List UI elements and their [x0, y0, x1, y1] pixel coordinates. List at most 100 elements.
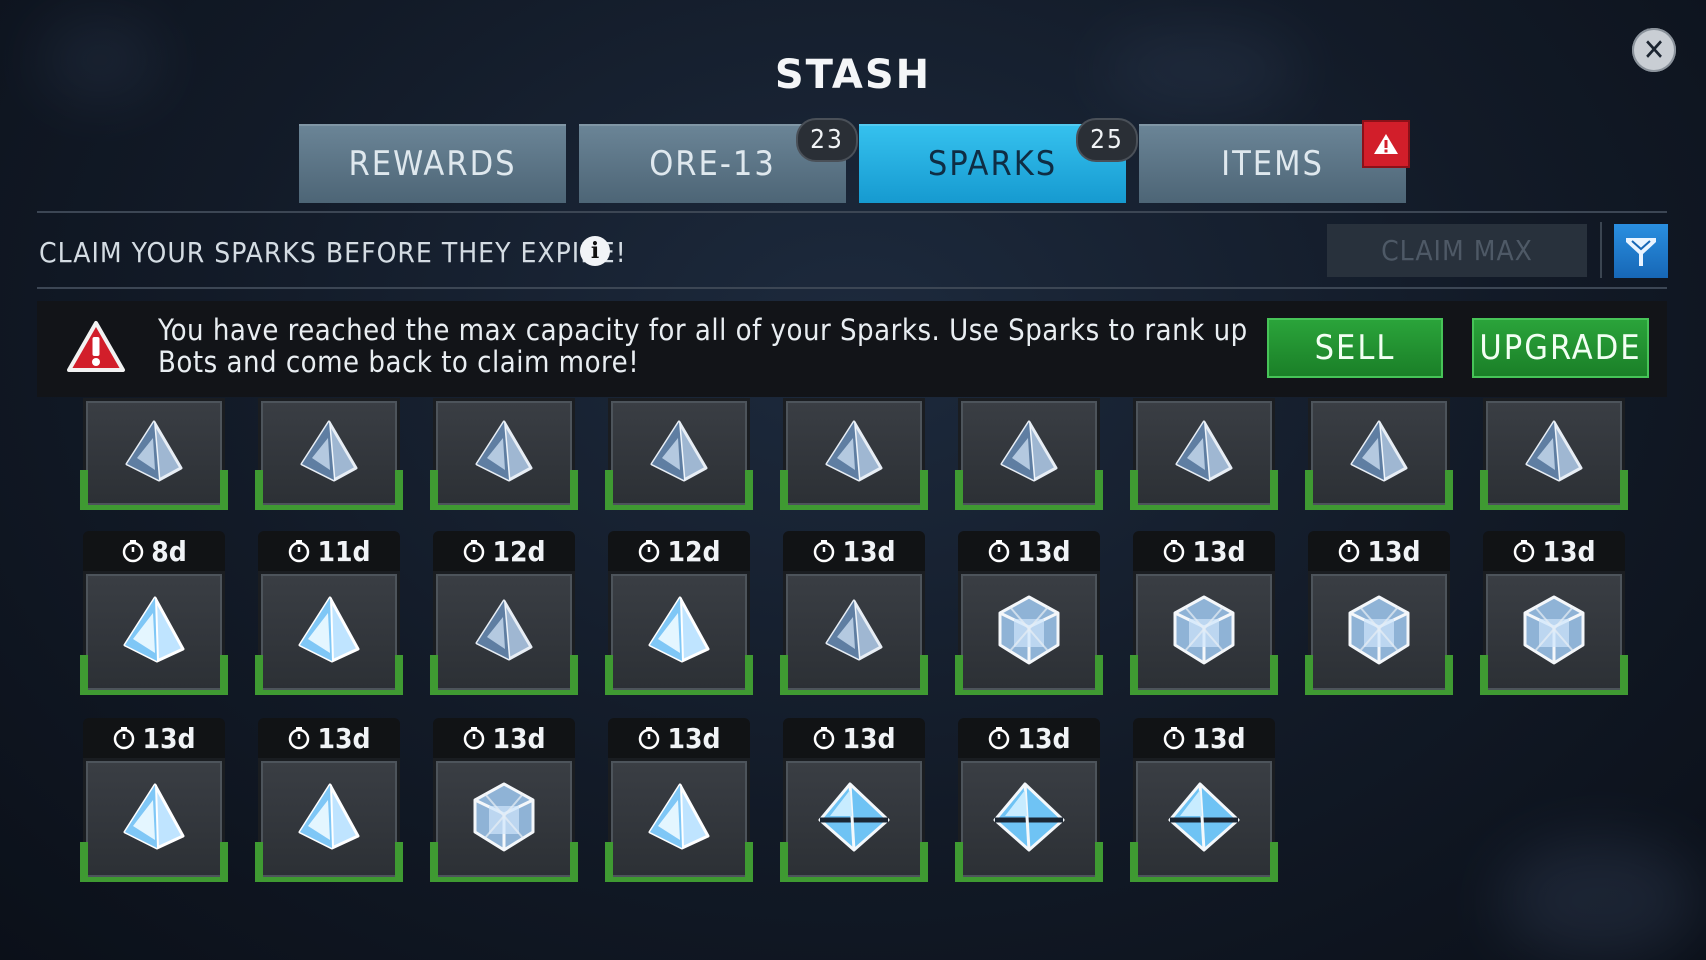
spark-slot — [430, 758, 578, 882]
spark-card[interactable] — [1130, 398, 1278, 510]
timer-icon — [639, 727, 660, 750]
spark-slot — [605, 398, 753, 510]
expiry-timer-label: 13d — [1542, 534, 1596, 568]
spark-slot — [955, 571, 1103, 695]
spark-card[interactable]: 13d — [80, 718, 228, 882]
spark-card[interactable]: 8d — [80, 531, 228, 695]
spark-card[interactable]: 13d — [1130, 531, 1278, 695]
bright-pyramid-spark-icon — [117, 593, 191, 671]
spark-card[interactable]: 13d — [780, 531, 928, 695]
spark-slot — [1305, 398, 1453, 510]
pyramid-spark-icon — [469, 595, 539, 669]
claim-hint-text: CLAIM YOUR SPARKS BEFORE THEY EXPIRE! — [39, 236, 627, 269]
timer-icon — [464, 727, 485, 750]
spark-card[interactable] — [780, 398, 928, 510]
tab-rewards[interactable]: REWARDS — [299, 124, 566, 203]
expiry-timer-label: 13d — [1017, 534, 1071, 568]
tab-label: ORE-13 — [649, 143, 776, 184]
info-icon[interactable]: i — [580, 236, 610, 266]
spark-slot — [955, 398, 1103, 510]
spark-card[interactable] — [80, 398, 228, 510]
spark-card[interactable] — [605, 398, 753, 510]
pyramid-spark-icon — [1344, 416, 1414, 490]
tab-items[interactable]: ITEMS — [1139, 120, 1410, 203]
expiry-timer: 12d — [608, 531, 750, 571]
filter-button[interactable] — [1614, 224, 1668, 278]
spark-card[interactable] — [955, 398, 1103, 510]
timer-icon — [114, 727, 135, 750]
spark-slot — [80, 571, 228, 695]
octahedron-spark-icon — [989, 780, 1069, 858]
timer-icon — [1339, 540, 1360, 563]
spark-card[interactable]: 13d — [1305, 531, 1453, 695]
expiry-timer-label: 12d — [667, 534, 721, 568]
bright-pyramid-spark-icon — [292, 593, 366, 671]
spark-slot — [780, 758, 928, 882]
divider — [37, 211, 1667, 213]
timer-icon — [1164, 540, 1185, 563]
cube-spark-icon — [467, 780, 541, 858]
pyramid-spark-icon — [1519, 416, 1589, 490]
spark-card[interactable]: 11d — [255, 531, 403, 695]
expiry-timer: 13d — [958, 718, 1100, 758]
spark-slot — [430, 571, 578, 695]
spark-card[interactable]: 13d — [255, 718, 403, 882]
expiry-timer: 12d — [433, 531, 575, 571]
spark-slot — [780, 398, 928, 510]
tab-ore-13[interactable]: ORE-13 23 — [579, 118, 858, 203]
divider — [1600, 222, 1602, 278]
spark-card[interactable] — [1305, 398, 1453, 510]
claim-max-button[interactable]: CLAIM MAX — [1327, 224, 1587, 277]
spark-card[interactable] — [1480, 398, 1628, 510]
timer-icon — [639, 540, 660, 563]
close-button[interactable]: ✕ — [1632, 28, 1676, 72]
page-title: STASH — [774, 52, 932, 98]
warning-message: You have reached the max capacity for al… — [158, 313, 1248, 379]
spark-card[interactable] — [255, 398, 403, 510]
tab-sparks[interactable]: SPARKS 25 — [859, 118, 1138, 203]
timer-icon — [289, 540, 310, 563]
spark-card[interactable]: 13d — [430, 718, 578, 882]
spark-card[interactable]: 12d — [605, 531, 753, 695]
bright-pyramid-spark-icon — [642, 780, 716, 858]
spark-card[interactable]: 12d — [430, 531, 578, 695]
expiry-timer: 13d — [433, 718, 575, 758]
filter-icon — [1626, 238, 1656, 266]
spark-card[interactable]: 13d — [1480, 531, 1628, 695]
expiry-timer: 13d — [783, 718, 925, 758]
pyramid-spark-icon — [119, 416, 189, 490]
pyramid-spark-icon — [469, 416, 539, 490]
pyramid-spark-icon — [1169, 416, 1239, 490]
expiry-timer-label: 13d — [1192, 721, 1246, 755]
expiry-timer-label: 11d — [317, 534, 371, 568]
spark-card[interactable] — [430, 398, 578, 510]
spark-slot — [255, 571, 403, 695]
expiry-timer-label: 13d — [142, 721, 196, 755]
sell-button[interactable]: SELL — [1267, 318, 1443, 378]
timer-icon — [989, 727, 1010, 750]
tab-label: ITEMS — [1221, 143, 1324, 184]
expiry-timer: 13d — [83, 718, 225, 758]
count-badge: 23 — [796, 118, 858, 162]
expiry-timer-label: 13d — [1192, 534, 1246, 568]
spark-card[interactable]: 13d — [955, 718, 1103, 882]
spark-card[interactable]: 13d — [955, 531, 1103, 695]
timer-icon — [464, 540, 485, 563]
spark-slot — [605, 758, 753, 882]
cube-spark-icon — [1517, 593, 1591, 671]
expiry-timer-label: 13d — [842, 534, 896, 568]
tab-label: REWARDS — [348, 143, 517, 184]
pyramid-spark-icon — [819, 595, 889, 669]
background-glow — [1500, 840, 1700, 960]
spark-card[interactable]: 13d — [1130, 718, 1278, 882]
spark-card[interactable]: 13d — [605, 718, 753, 882]
spark-card[interactable]: 13d — [780, 718, 928, 882]
timer-icon — [1164, 727, 1185, 750]
expiry-timer-label: 12d — [492, 534, 546, 568]
pyramid-spark-icon — [819, 416, 889, 490]
spark-slot — [80, 758, 228, 882]
upgrade-button[interactable]: UPGRADE — [1472, 318, 1649, 378]
expiry-timer-label: 13d — [842, 721, 896, 755]
expiry-timer: 11d — [258, 531, 400, 571]
pyramid-spark-icon — [994, 416, 1064, 490]
